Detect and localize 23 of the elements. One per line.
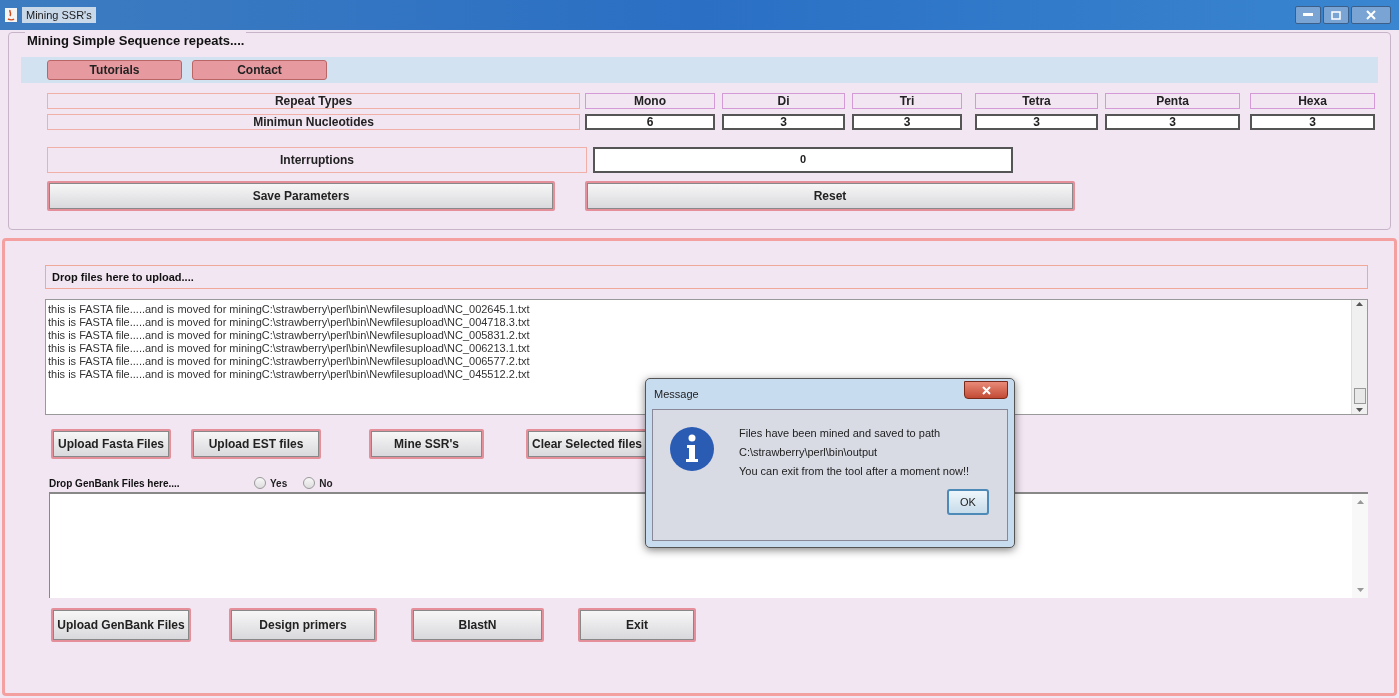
genbank-label: Drop GenBank Files here.... bbox=[49, 476, 181, 491]
column-header: Penta bbox=[1105, 92, 1240, 109]
log-line: this is FASTA file.....and is moved for miningC:\strawberry\perl\bin\Newfilesupload\NC_005831.2.txt bbox=[48, 329, 531, 342]
dialog-message-line: C:\strawberry\perl\bin\output bbox=[739, 445, 879, 460]
row-label: Repeat Types bbox=[47, 92, 580, 109]
drop-zone: Drop files here to upload.... bbox=[45, 265, 1368, 289]
log-line: this is FASTA file.....and is moved for miningC:\strawberry\perl\bin\Newfilesupload\NC_002645.1.txt bbox=[48, 303, 531, 316]
log-line: this is FASTA file.....and is moved for miningC:\strawberry\perl\bin\Newfilesupload\NC_004718.3.txt bbox=[48, 316, 531, 329]
log-line: this is FASTA file.....and is moved for miningC:\strawberry\perl\bin\Newfilesupload\NC_006577.2.txt bbox=[48, 355, 531, 368]
column-header: Hexa bbox=[1250, 92, 1375, 109]
log-line: this is FASTA file.....and is moved for miningC:\strawberry\perl\bin\Newfilesupload\NC_006213.1.txt bbox=[48, 342, 531, 355]
log-line: this is FASTA file.....and is moved for miningC:\strawberry\perl\bin\Newfilesupload\NC_045512.2.txt bbox=[48, 368, 531, 381]
column-header: Tri bbox=[852, 92, 962, 109]
dialog-message-line: Files have been mined and saved to path bbox=[739, 426, 942, 441]
column-header: Tetra bbox=[975, 92, 1098, 109]
dialog-title: Message bbox=[654, 386, 699, 402]
dialog-message-line: You can exit from the tool after a moment now!! bbox=[739, 464, 971, 479]
window-title: Mining SSR's bbox=[22, 6, 96, 24]
column-header: Di bbox=[722, 92, 845, 109]
row-label: Interruptions bbox=[47, 146, 587, 173]
panel-title: Mining Simple Sequence repeats.... bbox=[25, 31, 247, 51]
column-header: Mono bbox=[585, 92, 715, 109]
row-label: Minimun Nucleotides bbox=[47, 113, 580, 130]
